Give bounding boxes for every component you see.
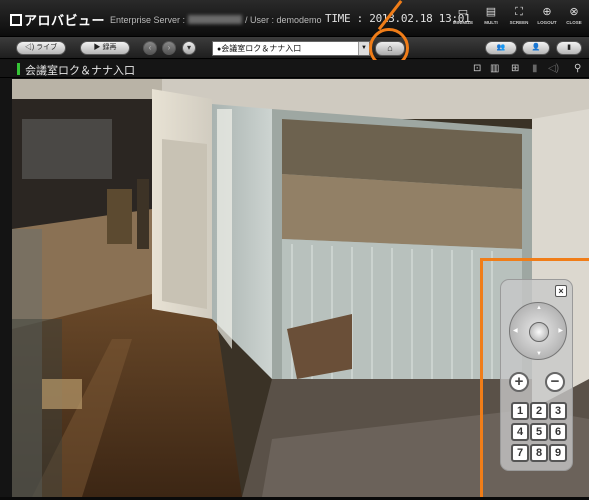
panel-icon: ▮	[567, 44, 571, 51]
preset-button-4[interactable]: 4	[511, 423, 529, 441]
ptz-icon[interactable]: ⊞	[511, 63, 519, 74]
user-icon: 👤	[531, 44, 541, 51]
chevron-left-icon: ‹	[148, 43, 152, 52]
title-bar: アロバビュー Enterprise Server : / User : demod…	[0, 0, 589, 36]
server-address-redacted	[188, 15, 243, 24]
ptz-center-button[interactable]	[529, 322, 549, 342]
next-camera-button[interactable]: ›	[162, 41, 176, 55]
multi-button[interactable]: ▤ MULTI	[478, 6, 504, 26]
multi-user-button[interactable]: 👥	[485, 41, 517, 55]
app-window: アロバビュー Enterprise Server : / User : demod…	[0, 0, 589, 500]
camera-header: 会議室ロク＆ナナ入口 ⊡ ▥ ⊞ ▮ ◁) ⚲	[0, 60, 589, 78]
app-logo: アロバビュー	[10, 10, 105, 29]
snapshot-icon[interactable]: ⊡	[473, 63, 481, 74]
record-button[interactable]: ▶ 録再	[80, 41, 130, 55]
close-icon: ⊗	[569, 6, 579, 18]
close-button[interactable]: ⊗ CLOSE	[561, 6, 587, 26]
close-icon: ×	[558, 286, 564, 296]
prev-camera-button[interactable]: ‹	[143, 41, 157, 55]
ptz-close-button[interactable]: ×	[555, 285, 567, 297]
toolbar: ◁) ライブ ▶ 録再 ‹ › ▾ ●会議室ロク＆ナナ入口 ▼ ⌂ 👥 👤 ▮	[0, 36, 589, 59]
preset-button-8[interactable]: 8	[530, 444, 548, 462]
panel-button[interactable]: ▮	[556, 41, 582, 55]
server-label: Enterprise Server :	[110, 15, 186, 25]
film-icon[interactable]: ▥	[490, 63, 499, 74]
preset-button-6[interactable]: 6	[549, 423, 567, 441]
minimize-icon: ▭	[457, 6, 469, 18]
arrow-down-icon[interactable]: ▼	[536, 351, 542, 357]
speaker-icon[interactable]: ◁)	[548, 63, 559, 74]
logo-mark-icon	[10, 14, 22, 26]
screen-button[interactable]: ⛶ SCREEN	[506, 6, 532, 26]
camera-title: 会議室ロク＆ナナ入口	[25, 65, 135, 77]
zoom-search-icon[interactable]: ⚲	[574, 63, 581, 74]
arrow-right-icon[interactable]: ▶	[558, 327, 563, 334]
single-user-button[interactable]: 👤	[522, 41, 550, 55]
camera-select[interactable]: ●会議室ロク＆ナナ入口 ▼	[212, 41, 370, 56]
arrow-left-icon[interactable]: ◀	[513, 327, 518, 334]
dropdown-arrow-icon: ▼	[358, 42, 369, 55]
preset-button-2[interactable]: 2	[530, 402, 548, 420]
live-button[interactable]: ◁) ライブ	[16, 41, 66, 55]
minus-icon: −	[550, 373, 560, 390]
camera-list-button[interactable]: ▾	[182, 41, 196, 55]
multi-icon: ▤	[485, 6, 497, 18]
preset-button-5[interactable]: 5	[530, 423, 548, 441]
ptz-control-panel: × ▲ ▼ ◀ ▶ + − 1 2 3 4 5 6 7 8 9	[500, 279, 573, 471]
ptz-direction-pad[interactable]: ▲ ▼ ◀ ▶	[509, 302, 567, 360]
user-label: / User : demodemo	[245, 15, 322, 25]
minimize-button[interactable]: ▭ MINIMIZE	[450, 6, 476, 26]
preset-button-1[interactable]: 1	[511, 402, 529, 420]
preset-button-9[interactable]: 9	[549, 444, 567, 462]
logout-button[interactable]: ⊕ LOGOUT	[534, 6, 560, 26]
preset-button-3[interactable]: 3	[549, 402, 567, 420]
live-icon: ◁)	[24, 44, 35, 51]
logout-icon: ⊕	[542, 6, 552, 18]
screen-icon: ⛶	[515, 6, 523, 18]
status-indicator	[17, 63, 20, 75]
zoom-in-button[interactable]: +	[509, 372, 529, 392]
plus-icon: +	[514, 373, 524, 390]
server-info: Enterprise Server : / User : demodemo	[110, 15, 322, 25]
preset-button-7[interactable]: 7	[511, 444, 529, 462]
chevron-right-icon: ›	[167, 43, 171, 52]
arrow-up-icon[interactable]: ▲	[536, 305, 542, 311]
record-icon: ▶	[93, 44, 101, 51]
users-icon: 👥	[496, 44, 506, 51]
zoom-out-button[interactable]: −	[545, 372, 565, 392]
mic-icon[interactable]: ▮	[532, 63, 538, 74]
time-display: TIME : 2013.02.18 13:01	[325, 12, 471, 25]
chevron-down-icon: ▾	[186, 43, 191, 52]
